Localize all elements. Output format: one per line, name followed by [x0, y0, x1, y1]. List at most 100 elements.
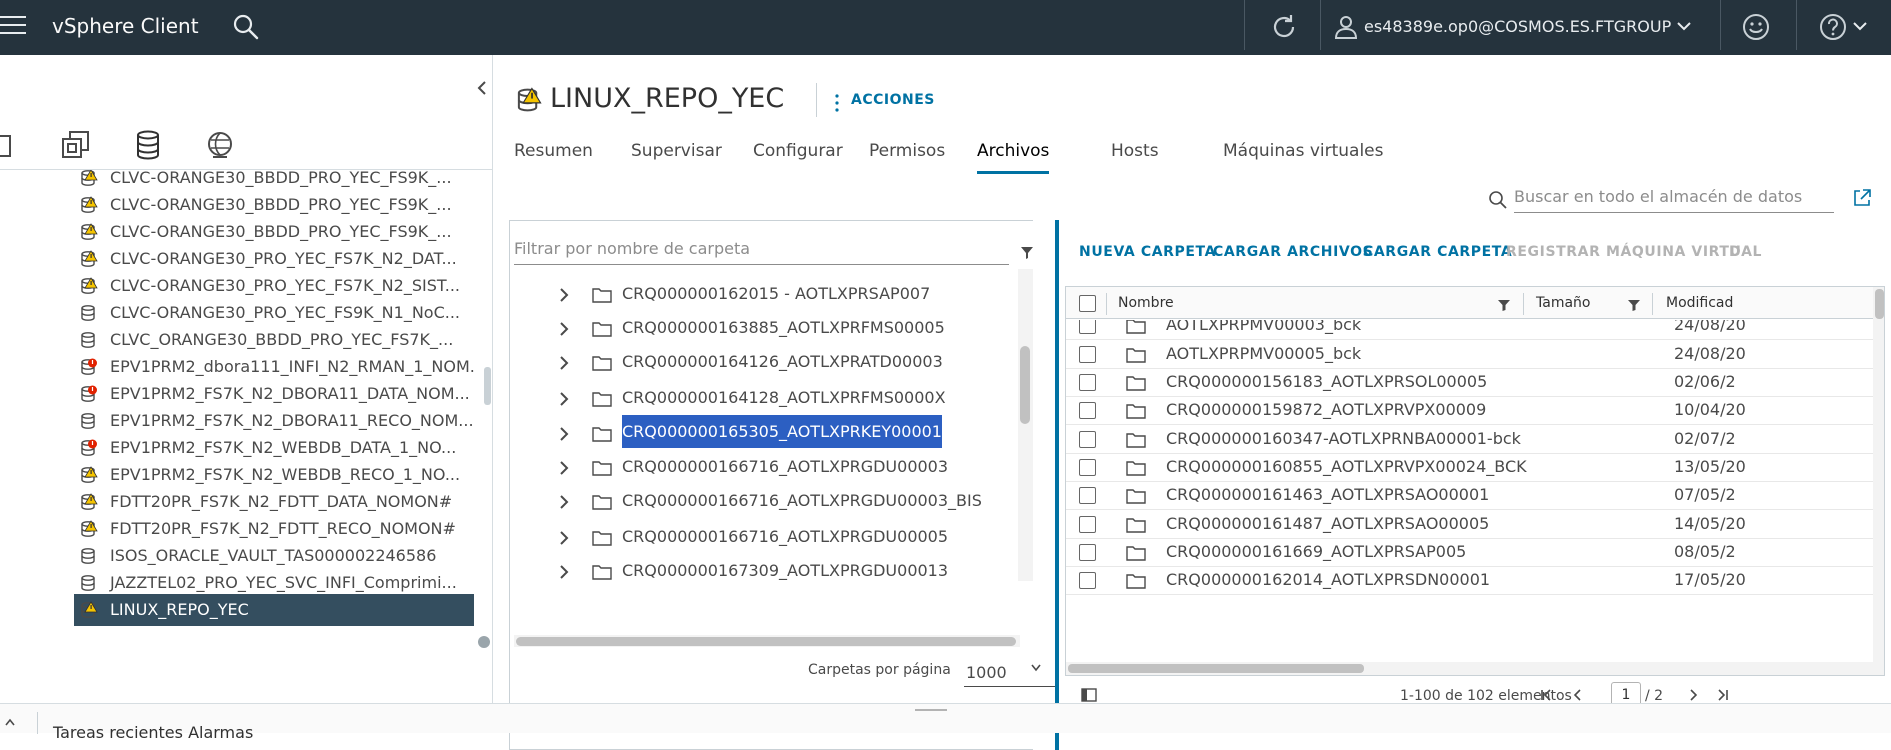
chevron-right-icon[interactable] [558, 494, 570, 510]
tab-configurar[interactable]: Configurar [753, 130, 843, 174]
select-all-checkbox[interactable] [1079, 295, 1096, 312]
chevron-right-icon[interactable] [558, 287, 570, 303]
row-checkbox[interactable] [1079, 346, 1096, 363]
file-name[interactable]: CRQ000000161669_AOTLXPRSAP005 [1166, 542, 1466, 561]
more-vertical-icon[interactable] [834, 92, 840, 114]
row-checkbox[interactable] [1079, 544, 1096, 561]
chevron-right-icon[interactable] [558, 321, 570, 337]
help-icon[interactable] [1818, 12, 1848, 42]
tab-maquinas-virtuales[interactable]: Máquinas virtuales [1223, 130, 1384, 174]
folder-tree-node[interactable]: CRQ000000166716_AOTLXPRGDU00003 [510, 450, 1018, 484]
smiley-icon[interactable] [1741, 12, 1771, 42]
tree-node-datastore-selected[interactable]: LINUX_REPO_YEC [74, 594, 474, 626]
chevron-right-icon[interactable] [558, 564, 570, 580]
folder-tree-node[interactable]: CRQ000000163885_AOTLXPRFMS00005 [510, 311, 1018, 345]
folder-tree-node-selected[interactable]: CRQ000000165305_AOTLXPRKEY00001 [510, 415, 1018, 450]
column-divider[interactable] [1652, 293, 1653, 315]
scrollbar-thumb[interactable] [1020, 346, 1030, 424]
upload-files-button[interactable]: CARGAR ARCHIVOS [1213, 244, 1373, 260]
new-folder-button[interactable]: NUEVA CARPETA [1079, 244, 1216, 260]
refresh-icon[interactable] [1268, 11, 1300, 43]
table-row[interactable]: CRQ000000162014_AOTLXPRSDN00001 17/05/20 [1066, 567, 1876, 595]
external-link-icon[interactable] [1852, 188, 1872, 208]
row-checkbox[interactable] [1079, 320, 1096, 334]
column-divider[interactable] [1523, 293, 1524, 315]
search-input[interactable]: Buscar en todo el almacén de datos [1514, 183, 1834, 213]
filter-icon[interactable] [1498, 299, 1510, 311]
vertical-scrollbar[interactable] [1018, 269, 1033, 581]
tab-archivos[interactable]: Archivos [977, 130, 1050, 174]
row-checkbox[interactable] [1079, 487, 1096, 504]
search-icon[interactable] [232, 13, 260, 41]
folder-tree-node[interactable]: CRQ000000164128_AOTLXPRFMS0000X [510, 381, 1018, 415]
row-checkbox[interactable] [1079, 516, 1096, 533]
file-name[interactable]: AOTLXPRPMV00003_bck [1166, 320, 1361, 334]
file-name[interactable]: CRQ000000161487_AOTLXPRSAO00005 [1166, 514, 1489, 533]
table-row[interactable]: AOTLXPRPMV00005_bck 24/08/20 [1066, 341, 1876, 369]
user-menu[interactable]: es48389e.op0@COSMOS.ES.FTGROUP [1364, 17, 1671, 36]
menu-icon[interactable] [0, 16, 28, 38]
upload-folder-button[interactable]: CARGAR CARPETA [1363, 244, 1512, 260]
table-row[interactable]: CRQ000000160855_AOTLXPRVPX00024_BCK 13/0… [1066, 454, 1876, 482]
scroll-handle[interactable] [478, 636, 490, 648]
row-checkbox[interactable] [1079, 374, 1096, 391]
filter-icon[interactable] [1628, 299, 1640, 311]
tab-supervisar[interactable]: Supervisar [631, 130, 722, 174]
row-checkbox[interactable] [1079, 572, 1096, 589]
first-page-icon[interactable] [1540, 688, 1554, 702]
per-page-select[interactable]: 1000 [964, 657, 1058, 687]
table-row[interactable]: CRQ000000161669_AOTLXPRSAP005 08/05/2 [1066, 539, 1876, 567]
file-name[interactable]: CRQ000000160347-AOTLXPRNBA00001-bck [1166, 429, 1521, 448]
collapse-panel-icon[interactable] [475, 80, 489, 96]
filter-icon[interactable] [1020, 246, 1034, 260]
table-row[interactable]: CRQ000000159872_AOTLXPRVPX00009 10/04/20 [1066, 397, 1876, 425]
folder-filter-input[interactable]: Filtrar por nombre de carpeta [514, 235, 1009, 265]
chevron-down-icon[interactable] [1030, 663, 1042, 673]
table-row[interactable]: CRQ000000156183_AOTLXPRSOL00005 02/06/2 [1066, 369, 1876, 397]
file-name[interactable]: CRQ000000159872_AOTLXPRVPX00009 [1166, 400, 1486, 419]
row-checkbox[interactable] [1079, 459, 1096, 476]
column-header-modificado[interactable]: Modificad [1666, 295, 1733, 311]
last-page-icon[interactable] [1715, 688, 1729, 702]
chevron-right-icon[interactable] [558, 391, 570, 407]
chevron-right-icon[interactable] [558, 426, 570, 442]
file-name[interactable]: CRQ000000160855_AOTLXPRVPX00024_BCK [1166, 457, 1527, 476]
scrollbar-thumb[interactable] [1875, 289, 1884, 319]
chevron-down-icon[interactable] [1676, 19, 1692, 33]
chevron-down-icon[interactable] [1852, 19, 1868, 33]
scrollbar-thumb[interactable] [1068, 664, 1364, 673]
row-checkbox[interactable] [1079, 431, 1096, 448]
networking-icon[interactable] [203, 128, 237, 162]
table-row[interactable]: CRQ000000161487_AOTLXPRSAO00005 14/05/20 [1066, 511, 1876, 539]
download-button[interactable]: D [1729, 244, 1741, 260]
column-header-nombre[interactable]: Nombre [1118, 295, 1174, 311]
folder-tree-node[interactable]: CRQ000000166716_AOTLXPRGDU00003_BIS [510, 484, 1018, 518]
scrollbar-thumb[interactable] [484, 367, 491, 405]
file-name[interactable]: CRQ000000161463_AOTLXPRSAO00001 [1166, 485, 1489, 504]
file-name[interactable]: CRQ000000156183_AOTLXPRSOL00005 [1166, 372, 1487, 391]
folder-tree-node[interactable]: CRQ000000164126_AOTLXPRATD00003 [510, 345, 1018, 379]
column-toggle-icon[interactable] [1081, 688, 1097, 702]
tab-permisos[interactable]: Permisos [869, 130, 945, 174]
vms-templates-icon[interactable] [59, 128, 93, 162]
table-row[interactable]: CRQ000000161463_AOTLXPRSAO00001 07/05/2 [1066, 482, 1876, 510]
folder-tree-node[interactable]: CRQ000000166716_AOTLXPRGDU00005 [510, 520, 1018, 554]
chevron-right-icon[interactable] [558, 355, 570, 371]
scrollbar-thumb[interactable] [516, 637, 1016, 646]
file-name[interactable]: AOTLXPRPMV00005_bck [1166, 344, 1361, 363]
chevron-right-icon[interactable] [558, 530, 570, 546]
row-checkbox[interactable] [1079, 402, 1096, 419]
hosts-clusters-icon[interactable] [0, 128, 20, 162]
column-header-tamano[interactable]: Tamaño [1536, 295, 1590, 311]
next-page-icon[interactable] [1686, 688, 1700, 702]
register-vm-button[interactable]: REGISTRAR MÁQUINA VIRTUAL [1506, 244, 1762, 260]
file-name[interactable]: CRQ000000162014_AOTLXPRSDN00001 [1166, 570, 1490, 589]
folder-tree-node[interactable]: CRQ000000167309_AOTLXPRGDU00013 [510, 554, 1018, 581]
tab-hosts[interactable]: Hosts [1111, 130, 1159, 174]
table-row[interactable]: AOTLXPRPMV00003_bck 24/08/20 [1066, 320, 1876, 340]
chevron-up-icon[interactable] [4, 716, 16, 728]
app-title[interactable]: vSphere Client [52, 14, 199, 38]
resize-grip[interactable] [915, 709, 947, 711]
actions-menu-button[interactable]: ACCIONES [851, 92, 935, 108]
vertical-scrollbar[interactable] [1873, 287, 1884, 675]
